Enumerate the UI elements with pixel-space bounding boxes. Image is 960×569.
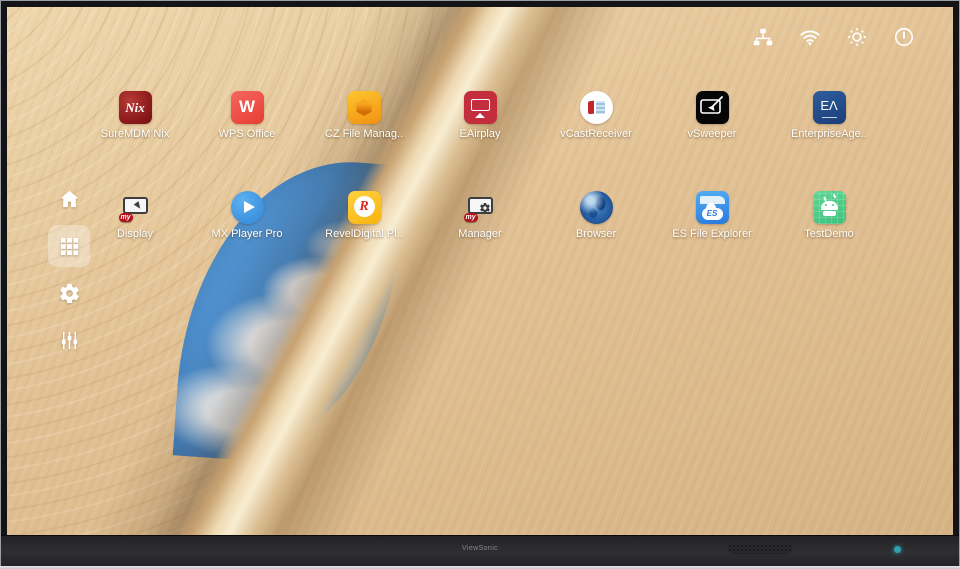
- sidebar-item-adjustments[interactable]: [48, 319, 90, 361]
- viewsonic-display-frame: Nix SureMDM Nix W WPS Office CZ File Man…: [0, 0, 960, 569]
- bottom-bezel: ViewSonic: [1, 535, 959, 566]
- manager-icon: my: [464, 191, 497, 224]
- app-suremdm-nix[interactable]: Nix SureMDM Nix: [80, 91, 190, 140]
- app-label: RevelDigital Pl..: [309, 228, 419, 240]
- es-file-explorer-icon: ES: [696, 191, 729, 224]
- gear-icon: [58, 282, 81, 305]
- app-display[interactable]: my Display: [80, 191, 190, 240]
- cz-file-manager-icon: [348, 91, 381, 124]
- power-icon[interactable]: [893, 26, 915, 48]
- sliders-icon: [58, 329, 81, 352]
- app-es-file-explorer[interactable]: ES ES File Explorer: [657, 191, 767, 240]
- es-cloud-shape: ES: [702, 208, 723, 220]
- android-head-shape: [821, 201, 838, 210]
- android-body-shape: [823, 211, 836, 216]
- app-label: ES File Explorer: [657, 228, 767, 240]
- reveldigital-icon: R: [348, 191, 381, 224]
- app-testdemo[interactable]: TestDemo: [774, 191, 884, 240]
- suremdm-nix-icon: Nix: [119, 91, 152, 124]
- screen-shape: [123, 197, 148, 214]
- airplay-screen-shape: [471, 99, 490, 111]
- status-bar: [752, 26, 915, 48]
- viewsonic-logo: ViewSonic: [1, 545, 959, 552]
- globe-icon: [580, 191, 613, 224]
- my-badge: my: [464, 213, 478, 222]
- app-label: TestDemo: [774, 228, 884, 240]
- home-icon: [58, 188, 81, 211]
- app-vsweeper[interactable]: vSweeper: [657, 91, 767, 140]
- app-label: MX Player Pro: [192, 228, 302, 240]
- speaker-grille: [728, 544, 793, 554]
- power-indicator-led: [894, 546, 901, 553]
- mx-player-icon: [231, 191, 264, 224]
- app-enterprise-agent[interactable]: EΛ EnterpriseAge..: [774, 91, 884, 140]
- app-label: EAirplay: [425, 128, 535, 140]
- apps-grid-icon: [58, 235, 81, 258]
- app-label: WPS Office: [192, 128, 302, 140]
- sidebar: [48, 178, 90, 361]
- cursor-shape: [133, 201, 144, 213]
- revel-r-glyph: R: [354, 196, 375, 217]
- gear-icon: [479, 202, 491, 214]
- app-mx-player-pro[interactable]: MX Player Pro: [192, 191, 302, 240]
- app-eairplay[interactable]: EAirplay: [425, 91, 535, 140]
- sidebar-item-apps[interactable]: [48, 225, 90, 267]
- app-cz-file-manager[interactable]: CZ File Manag..: [309, 91, 419, 140]
- enterprise-agent-icon: EΛ: [813, 91, 846, 124]
- eairplay-icon: [464, 91, 497, 124]
- revel-circle-shape: R: [354, 196, 375, 217]
- ea-glyph: EΛ: [813, 91, 846, 120]
- vcastreceiver-icon: [580, 91, 613, 124]
- brightness-icon[interactable]: [846, 26, 868, 48]
- display-icon: my: [119, 191, 152, 224]
- broom-icon: [696, 91, 729, 124]
- home-screen: Nix SureMDM Nix W WPS Office CZ File Man…: [7, 7, 953, 535]
- app-label: SureMDM Nix: [80, 128, 190, 140]
- airplay-triangle-shape: [475, 113, 485, 118]
- es-glyph: ES: [702, 208, 723, 220]
- nix-glyph: Nix: [119, 91, 152, 124]
- vcast-blue-shape: [596, 101, 605, 114]
- screen-shape: [468, 197, 493, 214]
- app-vcastreceiver[interactable]: vCastReceiver: [541, 91, 651, 140]
- vsweeper-icon: [696, 91, 729, 124]
- vcast-red-shape: [588, 101, 594, 115]
- app-label: Browser: [541, 228, 651, 240]
- app-browser[interactable]: Browser: [541, 191, 651, 240]
- app-label: Display: [80, 228, 190, 240]
- app-label: vSweeper: [657, 128, 767, 140]
- app-label: Manager: [425, 228, 535, 240]
- my-badge: my: [119, 213, 133, 222]
- app-reveldigital-player[interactable]: R RevelDigital Pl..: [309, 191, 419, 240]
- android-robot-icon: [813, 191, 846, 224]
- app-manager[interactable]: my Manager: [425, 191, 535, 240]
- sidebar-item-home[interactable]: [48, 178, 90, 220]
- wps-office-icon: W: [231, 91, 264, 124]
- app-label: EnterpriseAge..: [774, 128, 884, 140]
- ethernet-icon[interactable]: [752, 26, 774, 48]
- sidebar-item-settings[interactable]: [48, 272, 90, 314]
- app-label: vCastReceiver: [541, 128, 651, 140]
- wifi-icon[interactable]: [799, 26, 821, 48]
- app-wps-office[interactable]: W WPS Office: [192, 91, 302, 140]
- app-label: CZ File Manag..: [309, 128, 419, 140]
- wps-glyph: W: [231, 91, 264, 123]
